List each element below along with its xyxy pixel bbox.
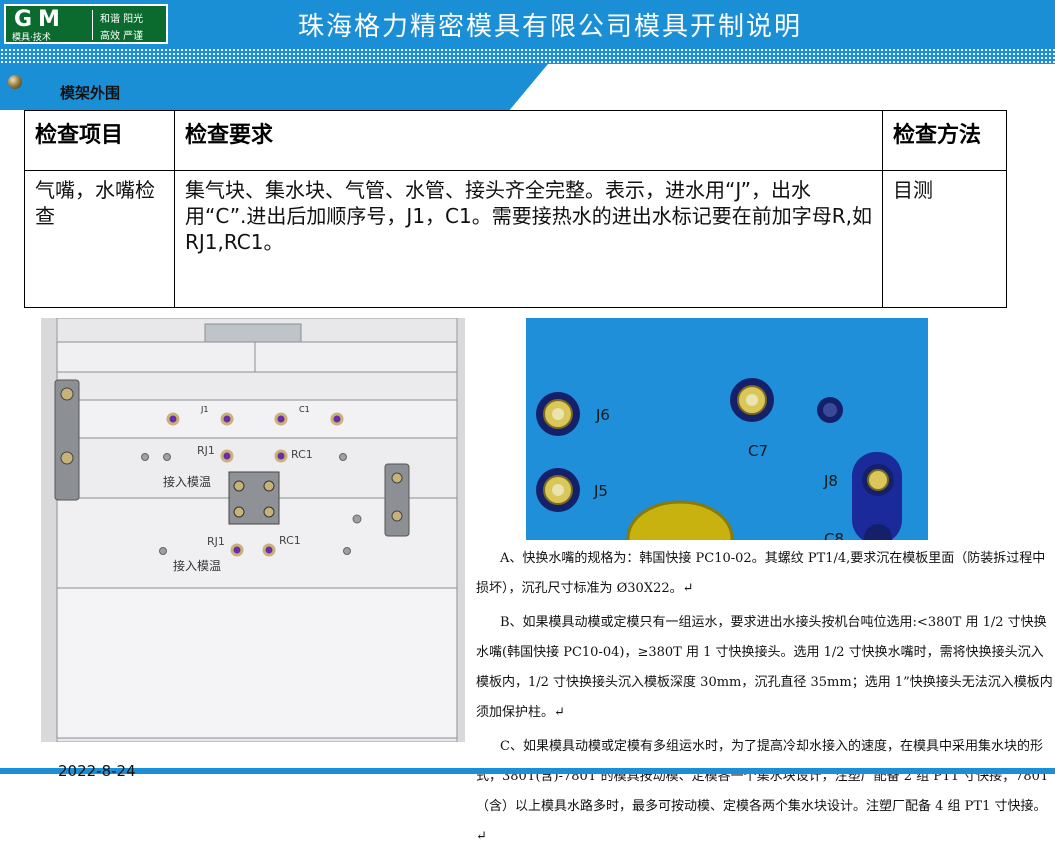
note-b: B、如果模具动模或定模只有一组运水，要求进出水接头按机台吨位选用:<380T 用… — [476, 615, 1053, 720]
mold-plate-photo: J6 C7 J5 J8 C8 — [526, 318, 928, 544]
label-j6: J6 — [595, 406, 610, 424]
cell-requirement: 集气块、集水块、气管、水管、接头齐全完整。表示，进水用“J”，出水用“C”.进出… — [174, 170, 883, 308]
label-c1: C1 — [299, 405, 310, 414]
cell-method: 目测 — [882, 170, 1007, 308]
note-a: A、快换水嘴的规格为：韩国快接 PC10-02。其螺纹 PT1/4,要求沉在模板… — [476, 551, 1046, 596]
section-title: 模架外围 — [60, 84, 121, 102]
label-rj1-a: RJ1 — [197, 444, 215, 457]
header-bar: GM 模具·技术 和谐 阳光 高效 严谨 珠海格力精密模具有限公司模具开制说明 — [0, 0, 1055, 48]
label-j5: J5 — [593, 482, 608, 500]
dotted-divider — [0, 48, 1055, 64]
logo-motto-line1: 和谐 阳光 — [100, 14, 144, 25]
note-c: C、如果模具动模或定模有多组运水时，为了提高冷却水接入的速度，在模具中采用集水块… — [476, 739, 1049, 844]
header-cell-method: 检查方法 — [882, 110, 1007, 171]
label-j8: J8 — [823, 472, 838, 490]
logo-divider — [92, 10, 93, 40]
footer-bar — [0, 768, 1055, 774]
cell-item: 气嘴，水嘴检查 — [24, 170, 175, 308]
inspection-table: 检查项目 检查要求 检查方法 气嘴，水嘴检查 集气块、集水块、气管、水管、接头齐… — [24, 110, 1007, 308]
label-rc1-b: RC1 — [279, 534, 301, 547]
logo-sub-text: 模具·技术 — [12, 33, 51, 43]
logo-motto-line2: 高效 严谨 — [100, 31, 144, 42]
header-cell-requirement: 检查要求 — [174, 110, 883, 171]
label-mold-temp-b: 接入模温 — [173, 558, 221, 573]
header-cell-item: 检查项目 — [24, 110, 175, 171]
logo-gm-text: GM — [14, 7, 66, 32]
table-header-row: 检查项目 检查要求 检查方法 — [24, 110, 1007, 171]
label-rc1-a: RC1 — [291, 448, 313, 461]
table-row: 气嘴，水嘴检查 集气块、集水块、气管、水管、接头齐全完整。表示，进水用“J”，出… — [24, 170, 1007, 308]
bullet-icon — [8, 75, 22, 89]
label-c7: C7 — [748, 442, 768, 460]
company-logo: GM 模具·技术 和谐 阳光 高效 严谨 — [4, 4, 168, 44]
mold-drawing-image: J1 C1 RJ1 RC1 接入模温 RJ1 RC1 接入模温 — [41, 318, 465, 742]
label-mold-temp-a: 接入模温 — [163, 474, 211, 489]
page-title: 珠海格力精密模具有限公司模具开制说明 — [297, 12, 802, 42]
notes-textbox: A、快换水嘴的规格为：韩国快接 PC10-02。其螺纹 PT1/4,要求沉在模板… — [474, 540, 1055, 844]
label-j1: J1 — [200, 405, 208, 414]
footer-date: 2022-8-24 — [58, 762, 136, 780]
label-rj1-b: RJ1 — [207, 535, 225, 548]
